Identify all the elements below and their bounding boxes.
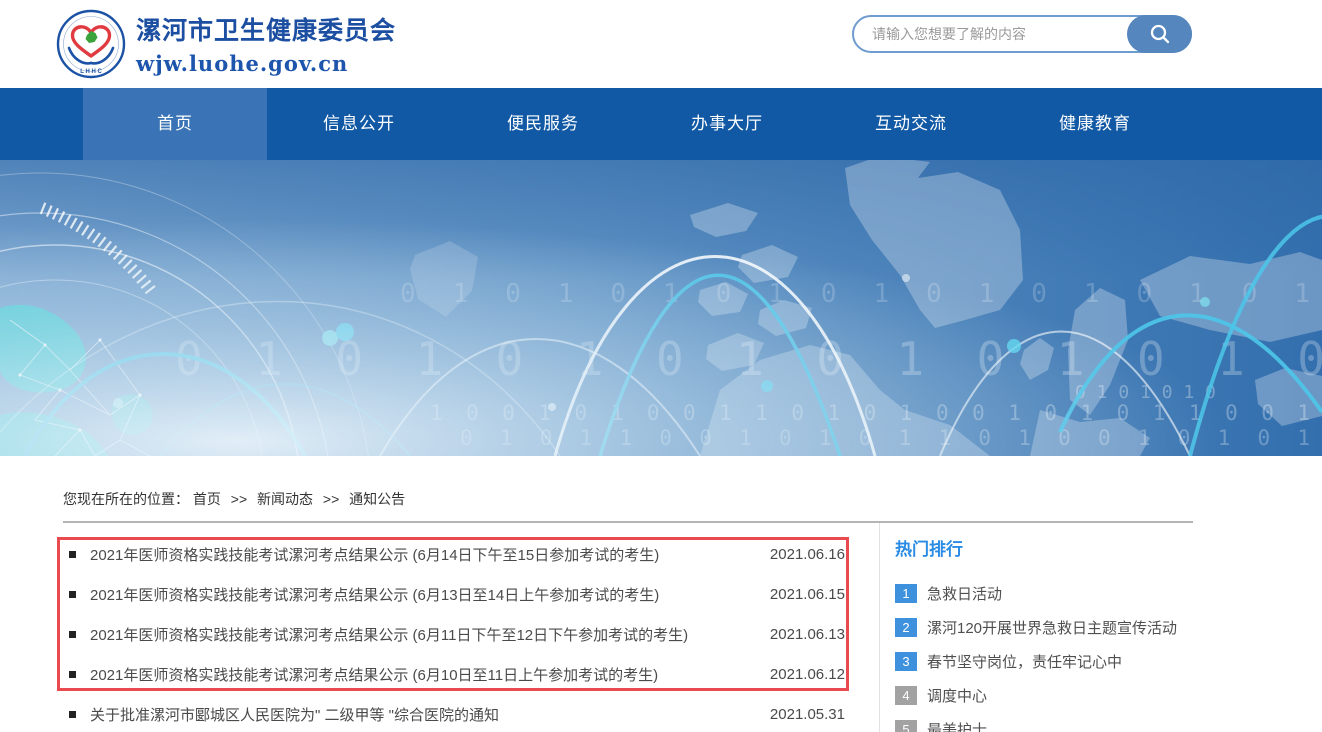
breadcrumb-prefix: 您现在所在的位置： — [63, 491, 189, 507]
breadcrumb-separator: >> — [323, 491, 339, 507]
logo-bottom-text: L H H C — [80, 69, 102, 75]
nav-item-service-hall[interactable]: 办事大厅 — [635, 88, 819, 160]
ranking-item[interactable]: 1 急救日活动 — [895, 576, 1322, 610]
bullet-square-icon — [69, 631, 76, 638]
list-item[interactable]: 关于批准漯河市郾城区人民医院为" 二级甲等 "综合医院的通知 2021.05.3… — [63, 694, 863, 732]
list-item[interactable]: 2021年医师资格实践技能考试漯河考点结果公示 (6月11日下午至12日下午参加… — [63, 614, 863, 654]
notice-link[interactable]: 2021年医师资格实践技能考试漯河考点结果公示 (6月13日至14日上午参加考试… — [90, 584, 750, 605]
main-nav: 首页 信息公开 便民服务 办事大厅 互动交流 健康教育 — [0, 88, 1322, 160]
bullet-square-icon — [69, 591, 76, 598]
nav-item-home[interactable]: 首页 — [83, 88, 267, 160]
search-button[interactable] — [1127, 15, 1192, 53]
notice-link[interactable]: 2021年医师资格实践技能考试漯河考点结果公示 (6月14日下午至15日参加考试… — [90, 544, 750, 565]
ranking-label[interactable]: 最美护士 — [927, 719, 987, 732]
breadcrumb-separator: >> — [231, 491, 247, 507]
ranking-item[interactable]: 5 最美护士 — [895, 712, 1322, 732]
list-item[interactable]: 2021年医师资格实践技能考试漯河考点结果公示 (6月10日至11日上午参加考试… — [63, 654, 863, 694]
notice-date: 2021.06.15 — [770, 586, 845, 603]
site-url: wjw.luohe.gov.cn — [136, 51, 396, 76]
notice-date: 2021.06.13 — [770, 626, 845, 643]
list-item[interactable]: 2021年医师资格实践技能考试漯河考点结果公示 (6月13日至14日上午参加考试… — [63, 574, 863, 614]
hero-banner: 0 1 0 1 0 1 0 1 0 1 0 1 0 1 0 0 1 0 1 0 … — [0, 160, 1322, 456]
rank-badge: 4 — [895, 686, 917, 705]
hot-ranking-title: 热门排行 — [895, 535, 1322, 560]
notice-link[interactable]: 2021年医师资格实践技能考试漯河考点结果公示 (6月11日下午至12日下午参加… — [90, 624, 750, 645]
page-header: L H H C 漯河市卫生健康委员会 wjw.luohe.gov.cn — [0, 0, 1322, 88]
rank-badge: 5 — [895, 720, 917, 732]
search-icon — [1149, 23, 1171, 45]
rank-badge: 1 — [895, 584, 917, 603]
breadcrumb: 您现在所在的位置： 首页 >> 新闻动态 >> 通知公告 — [63, 489, 1193, 509]
rank-badge: 3 — [895, 652, 917, 671]
nav-item-public-services[interactable]: 便民服务 — [451, 88, 635, 160]
list-item[interactable]: 2021年医师资格实践技能考试漯河考点结果公示 (6月14日下午至15日参加考试… — [63, 534, 863, 574]
notice-list: 2021年医师资格实践技能考试漯河考点结果公示 (6月14日下午至15日参加考试… — [63, 523, 863, 732]
notice-date: 2021.06.16 — [770, 546, 845, 563]
search-box — [852, 15, 1192, 53]
site-logo-icon: L H H C — [56, 9, 126, 79]
ranking-item[interactable]: 3 春节坚守岗位，责任牢记心中 — [895, 644, 1322, 678]
notice-date: 2021.06.12 — [770, 666, 845, 683]
notice-link[interactable]: 关于批准漯河市郾城区人民医院为" 二级甲等 "综合医院的通知 — [90, 704, 750, 725]
nav-item-info-disclosure[interactable]: 信息公开 — [267, 88, 451, 160]
bullet-square-icon — [69, 551, 76, 558]
hot-ranking-panel: 热门排行 1 急救日活动 2 漯河120开展世界急救日主题宣传活动 3 春节坚守… — [879, 523, 1322, 732]
ranking-label[interactable]: 春节坚守岗位，责任牢记心中 — [927, 651, 1122, 672]
notice-link[interactable]: 2021年医师资格实践技能考试漯河考点结果公示 (6月10日至11日上午参加考试… — [90, 664, 750, 685]
ranking-label[interactable]: 急救日活动 — [927, 583, 1002, 604]
nav-item-interaction[interactable]: 互动交流 — [819, 88, 1003, 160]
breadcrumb-notices[interactable]: 通知公告 — [349, 491, 405, 507]
rank-badge: 2 — [895, 618, 917, 637]
breadcrumb-news[interactable]: 新闻动态 — [257, 491, 313, 507]
ranking-item[interactable]: 2 漯河120开展世界急救日主题宣传活动 — [895, 610, 1322, 644]
bullet-square-icon — [69, 671, 76, 678]
ranking-label[interactable]: 调度中心 — [927, 685, 987, 706]
nav-item-health-education[interactable]: 健康教育 — [1003, 88, 1187, 160]
notice-date: 2021.05.31 — [770, 706, 845, 723]
ranking-item[interactable]: 4 调度中心 — [895, 678, 1322, 712]
site-name: 漯河市卫生健康委员会 — [136, 11, 396, 47]
breadcrumb-home[interactable]: 首页 — [193, 491, 221, 507]
bullet-square-icon — [69, 711, 76, 718]
ranking-label[interactable]: 漯河120开展世界急救日主题宣传活动 — [927, 617, 1177, 638]
